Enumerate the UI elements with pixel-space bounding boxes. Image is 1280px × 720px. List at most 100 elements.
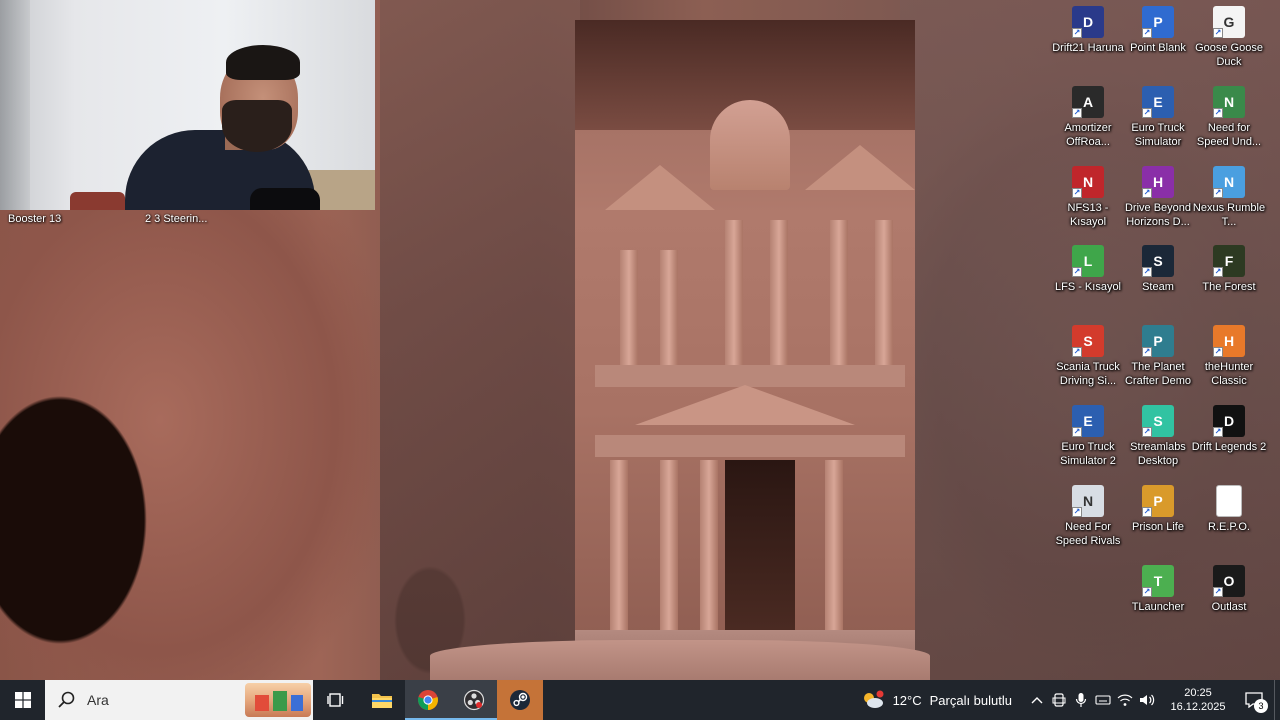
- desktop-icon-label: R.E.P.O.: [1208, 521, 1250, 533]
- wifi-icon: [1117, 694, 1133, 706]
- desktop-icon-outlast[interactable]: O ↗ Outlast: [1193, 565, 1265, 614]
- desktop-icon-planet-crafter[interactable]: P ↗ The Planet Crafter Demo: [1122, 325, 1194, 388]
- drift-legends-2-icon: D ↗: [1213, 405, 1245, 437]
- steam-button[interactable]: [497, 680, 543, 720]
- shortcut-arrow-icon: ↗: [1142, 108, 1152, 118]
- show-desktop-button[interactable]: [1274, 680, 1280, 720]
- desktop-icon-nexus-rumble[interactable]: N ↗ Nexus Rumble T...: [1193, 166, 1265, 229]
- desktop-icon-label: Euro Truck Simulator: [1131, 122, 1185, 148]
- scania-truck-icon: S ↗: [1072, 325, 1104, 357]
- desktop-icon-need-for-speed-underground[interactable]: N ↗ Need for Speed Und...: [1193, 86, 1265, 149]
- desktop-icon-label: Goose Goose Duck: [1195, 42, 1263, 68]
- tray-phone-link[interactable]: [1048, 680, 1070, 720]
- desktop-icon-label: Euro Truck Simulator 2: [1060, 441, 1116, 467]
- chevron-up-icon: [1031, 697, 1043, 704]
- tray-network[interactable]: [1114, 680, 1136, 720]
- planet-crafter-icon: P ↗: [1142, 325, 1174, 357]
- tray-microphone[interactable]: [1070, 680, 1092, 720]
- start-button[interactable]: [0, 680, 45, 720]
- folder-icon: [372, 694, 392, 708]
- point-blank-icon: P ↗: [1142, 6, 1174, 38]
- desktop-icon-euro-truck-simulator[interactable]: E ↗ Euro Truck Simulator: [1122, 86, 1194, 149]
- desktop-icon-label-booster[interactable]: Booster 13: [8, 213, 61, 225]
- desktop-icon-label: Drift Legends 2: [1191, 441, 1267, 453]
- desktop-icon-label: TLauncher: [1131, 601, 1185, 613]
- shortcut-arrow-icon: ↗: [1072, 427, 1082, 437]
- microphone-icon: [1075, 693, 1087, 707]
- desktop-icon-drive-beyond-horizons[interactable]: H ↗ Drive Beyond Horizons D...: [1122, 166, 1194, 229]
- tray-input-language[interactable]: [1092, 680, 1114, 720]
- action-center-button[interactable]: 3: [1234, 680, 1274, 720]
- desktop-icon-thehunter-classic[interactable]: H ↗ theHunter Classic: [1193, 325, 1265, 388]
- euro-truck-simulator-icon: E ↗: [1142, 86, 1174, 118]
- streamlabs-icon: S ↗: [1142, 405, 1174, 437]
- desktop-icon-label: Streamlabs Desktop: [1130, 441, 1186, 467]
- drift21-icon: D ↗: [1072, 6, 1104, 38]
- shortcut-arrow-icon: ↗: [1072, 347, 1082, 357]
- desktop-icon-label: Steam: [1142, 281, 1174, 293]
- taskbar-clock[interactable]: 20:25 16.12.2025: [1162, 686, 1234, 714]
- chrome-button[interactable]: [405, 680, 451, 720]
- chrome-icon: [418, 690, 438, 710]
- desktop-icon-label: Scania Truck Driving Si...: [1056, 361, 1120, 387]
- need-for-speed-underground-icon: N ↗: [1213, 86, 1245, 118]
- desktop-icon-euro-truck-simulator-2[interactable]: E ↗ Euro Truck Simulator 2: [1052, 405, 1124, 468]
- desktop-icon-the-forest[interactable]: F ↗ The Forest: [1193, 245, 1265, 294]
- desktop-icon-streamlabs[interactable]: S ↗ Streamlabs Desktop: [1122, 405, 1194, 468]
- desktop-icon-label: The Planet Crafter Demo: [1124, 361, 1192, 387]
- shortcut-arrow-icon: ↗: [1213, 28, 1223, 38]
- desktop-icon-need-for-speed-rivals[interactable]: N ↗ Need For Speed Rivals: [1052, 485, 1124, 548]
- weather-widget[interactable]: 12°C Parçalı bulutlu: [861, 690, 1012, 710]
- desktop-icon-goose-goose-duck[interactable]: G ↗ Goose Goose Duck: [1193, 6, 1265, 69]
- shortcut-arrow-icon: ↗: [1072, 188, 1082, 198]
- clock-date: 16.12.2025: [1170, 701, 1226, 713]
- desktop-icon-label: The Forest: [1202, 281, 1256, 293]
- show-hidden-icons-button[interactable]: [1026, 680, 1048, 720]
- desktop-icon-repo-file[interactable]: R.E.P.O.: [1193, 485, 1265, 534]
- shortcut-arrow-icon: ↗: [1142, 267, 1152, 277]
- tlauncher-icon: T ↗: [1142, 565, 1174, 597]
- desktop-icon-amortizer-offroad[interactable]: A ↗ Amortizer OffRoa...: [1052, 86, 1124, 149]
- desktop-icon-label: Drive Beyond Horizons D...: [1124, 202, 1192, 228]
- desktop-icon-prison-life[interactable]: P ↗ Prison Life: [1122, 485, 1194, 534]
- desktop-icon-scania-truck[interactable]: S ↗ Scania Truck Driving Si...: [1052, 325, 1124, 388]
- shortcut-arrow-icon: ↗: [1213, 267, 1223, 277]
- the-forest-icon: F ↗: [1213, 245, 1245, 277]
- desktop-icon-steam[interactable]: S ↗ Steam: [1122, 245, 1194, 294]
- desktop-icon-label: Outlast: [1211, 601, 1247, 613]
- search-box[interactable]: Ara: [45, 680, 313, 720]
- weather-temperature: 12°C: [892, 692, 922, 708]
- desktop-icon-lfs[interactable]: L ↗ LFS - Kısayol: [1052, 245, 1124, 294]
- desktop-icon-label: theHunter Classic: [1204, 361, 1254, 387]
- need-for-speed-rivals-icon: N ↗: [1072, 485, 1104, 517]
- tray-volume[interactable]: [1136, 680, 1158, 720]
- desktop-icon-label: Nexus Rumble T...: [1192, 202, 1266, 228]
- desktop-icon-point-blank[interactable]: P ↗ Point Blank: [1122, 6, 1194, 55]
- shortcut-arrow-icon: ↗: [1142, 188, 1152, 198]
- shortcut-arrow-icon: ↗: [1072, 507, 1082, 517]
- steam-icon: S ↗: [1142, 245, 1174, 277]
- desktop-icon-label-steering[interactable]: 2 3 Steerin...: [145, 213, 207, 225]
- drive-beyond-horizons-icon: H ↗: [1142, 166, 1174, 198]
- search-placeholder: Ara: [87, 692, 109, 708]
- task-view-button[interactable]: [313, 680, 359, 720]
- keyboard-icon: [1095, 695, 1111, 705]
- repo-file-icon: [1216, 485, 1242, 517]
- desktop-icon-nfs13[interactable]: N ↗ NFS13 - Kısayol: [1052, 166, 1124, 229]
- desktop-icon-label: Need for Speed Und...: [1196, 122, 1262, 148]
- shortcut-arrow-icon: ↗: [1213, 427, 1223, 437]
- search-highlight-image[interactable]: [245, 683, 311, 717]
- desktop-icon-drift21[interactable]: D ↗ Drift21 Haruna: [1052, 6, 1124, 55]
- file-explorer-button[interactable]: [359, 680, 405, 720]
- obs-button[interactable]: [451, 680, 497, 720]
- shortcut-arrow-icon: ↗: [1142, 28, 1152, 38]
- goose-goose-duck-icon: G ↗: [1213, 6, 1245, 38]
- desktop-icon-tlauncher[interactable]: T ↗ TLauncher: [1122, 565, 1194, 614]
- nexus-rumble-icon: N ↗: [1213, 166, 1245, 198]
- shortcut-arrow-icon: ↗: [1072, 108, 1082, 118]
- webcam-overlay: [0, 0, 375, 210]
- desktop-icon-drift-legends-2[interactable]: D ↗ Drift Legends 2: [1191, 405, 1267, 454]
- thehunter-classic-icon: H ↗: [1213, 325, 1245, 357]
- shortcut-arrow-icon: ↗: [1213, 108, 1223, 118]
- wallpaper-cliff-left: [380, 0, 580, 680]
